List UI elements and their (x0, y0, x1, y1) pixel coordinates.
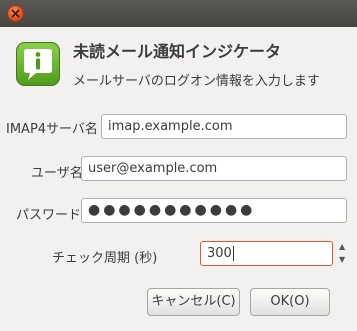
dialog-title: 未読メール通知インジケータ (73, 42, 282, 61)
chevron-down-icon[interactable]: ▼ (339, 255, 345, 264)
info-speech-bubble-icon (16, 42, 60, 86)
ok-button[interactable]: OK(O) (250, 288, 330, 316)
imap-server-input[interactable]: imap.example.com (101, 114, 347, 139)
dialog-subtitle: メールサーバのログオン情報を入力します (73, 74, 320, 89)
imap-server-label: IMAP4サーバ名 (6, 122, 98, 137)
titlebar[interactable] (0, 0, 357, 27)
check-interval-value: 300 (207, 246, 232, 261)
dialog-window: 未読メール通知インジケータ メールサーバのログオン情報を入力します IMAP4サ… (0, 0, 357, 331)
username-input[interactable]: user@example.com (81, 156, 347, 181)
username-label: ユーザ名 (31, 166, 83, 181)
password-input[interactable]: ●●●●●●●●●●● (81, 198, 347, 223)
check-interval-input[interactable]: 300 (200, 241, 333, 266)
chevron-up-icon[interactable]: ▲ (339, 242, 345, 251)
check-interval-label: チェック周期 (秒) (52, 251, 158, 266)
text-caret (232, 246, 234, 261)
cancel-button[interactable]: キャンセル(C) (147, 288, 240, 316)
password-label: パスワード (16, 208, 82, 223)
interval-spinner[interactable]: ▲ ▼ (336, 240, 349, 270)
close-icon[interactable] (7, 5, 24, 22)
